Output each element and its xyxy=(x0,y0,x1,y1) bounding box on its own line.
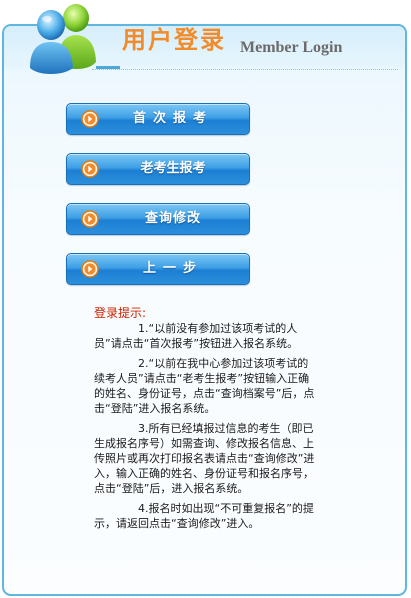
users-mascot-icon xyxy=(30,4,96,74)
query-modify-button[interactable]: 查询修改 xyxy=(66,203,250,235)
tip-item: 4.报名时如出现“不可重复报名”的提示，请返回点击“查询修改”进入。 xyxy=(94,502,314,530)
arrow-right-circle-icon xyxy=(81,210,99,228)
button-label: 上一步 xyxy=(142,261,203,276)
button-label: 首次报考 xyxy=(132,111,213,126)
tip-item: 3.所有已经填报过信息的考生（即已生成报名序号）如需查询、修改报名信息、上传照片… xyxy=(94,422,315,495)
first-registration-button[interactable]: 首次报考 xyxy=(66,103,250,135)
header-divider xyxy=(92,69,398,70)
returning-candidate-button[interactable]: 老考生报考 xyxy=(66,153,250,185)
login-tips: 登录提示: 1.“以前没有参加过该项考试的人员”请点击“首次报考”按钮进入报名系… xyxy=(94,306,316,536)
tips-title: 登录提示: xyxy=(94,306,147,320)
tip-item: 1.“以前没有参加过该项考试的人员”请点击“首次报考”按钮进入报名系统。 xyxy=(94,322,299,350)
arrow-right-circle-icon xyxy=(81,160,99,178)
tip-item: 2.“以前在我中心参加过该项考试的续考人员”请点击“老考生报考”按钮输入正确的姓… xyxy=(94,357,315,415)
arrow-right-circle-icon xyxy=(81,260,99,278)
previous-step-button[interactable]: 上一步 xyxy=(66,253,250,285)
button-label: 老考生报考 xyxy=(140,161,206,176)
page-subtitle: Member Login xyxy=(240,39,343,56)
page-title: 用户登录 xyxy=(122,25,226,54)
button-label: 查询修改 xyxy=(144,211,201,226)
arrow-right-circle-icon xyxy=(81,110,99,128)
